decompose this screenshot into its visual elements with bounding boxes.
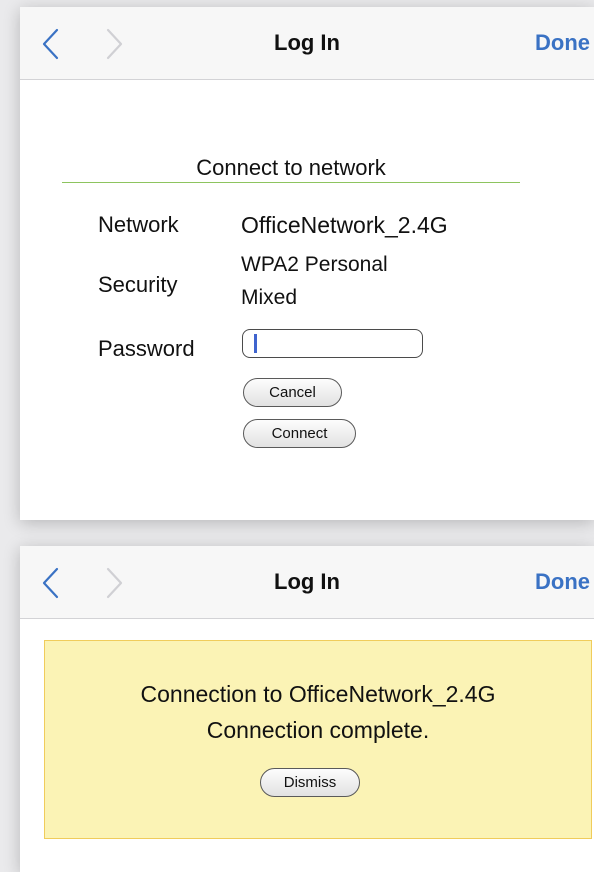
heading-divider [62,182,520,183]
nav-bar: Log In Done [20,7,594,80]
done-button[interactable]: Done [535,569,590,595]
password-label: Password [98,336,195,361]
network-label: Network [98,212,179,237]
form-heading: Connect to network [196,155,386,180]
security-label: Security [98,272,178,297]
password-input[interactable] [242,329,423,358]
security-value-line2: Mixed [241,286,298,309]
login-panel-complete: Log In Done Connection to OfficeNetwork_… [20,546,594,872]
network-value: OfficeNetwork_2.4G [241,212,448,238]
connection-notice: Connection to OfficeNetwork_2.4G Connect… [44,640,592,839]
dismiss-button[interactable]: Dismiss [260,768,360,797]
cancel-button[interactable]: Cancel [243,378,342,407]
connect-button[interactable]: Connect [243,419,356,448]
notice-line-1: Connection to OfficeNetwork_2.4G [140,681,496,707]
notice-line-2: Connection complete. [206,717,430,743]
nav-title: Log In [274,569,340,594]
done-button[interactable]: Done [535,30,590,56]
login-panel-connect: Log In Done Connect to network Network O… [20,7,594,520]
nav-bar: Log In Done [20,546,594,619]
nav-title: Log In [274,30,340,55]
text-cursor [254,334,257,353]
security-value-line1: WPA2 Personal [241,253,388,276]
